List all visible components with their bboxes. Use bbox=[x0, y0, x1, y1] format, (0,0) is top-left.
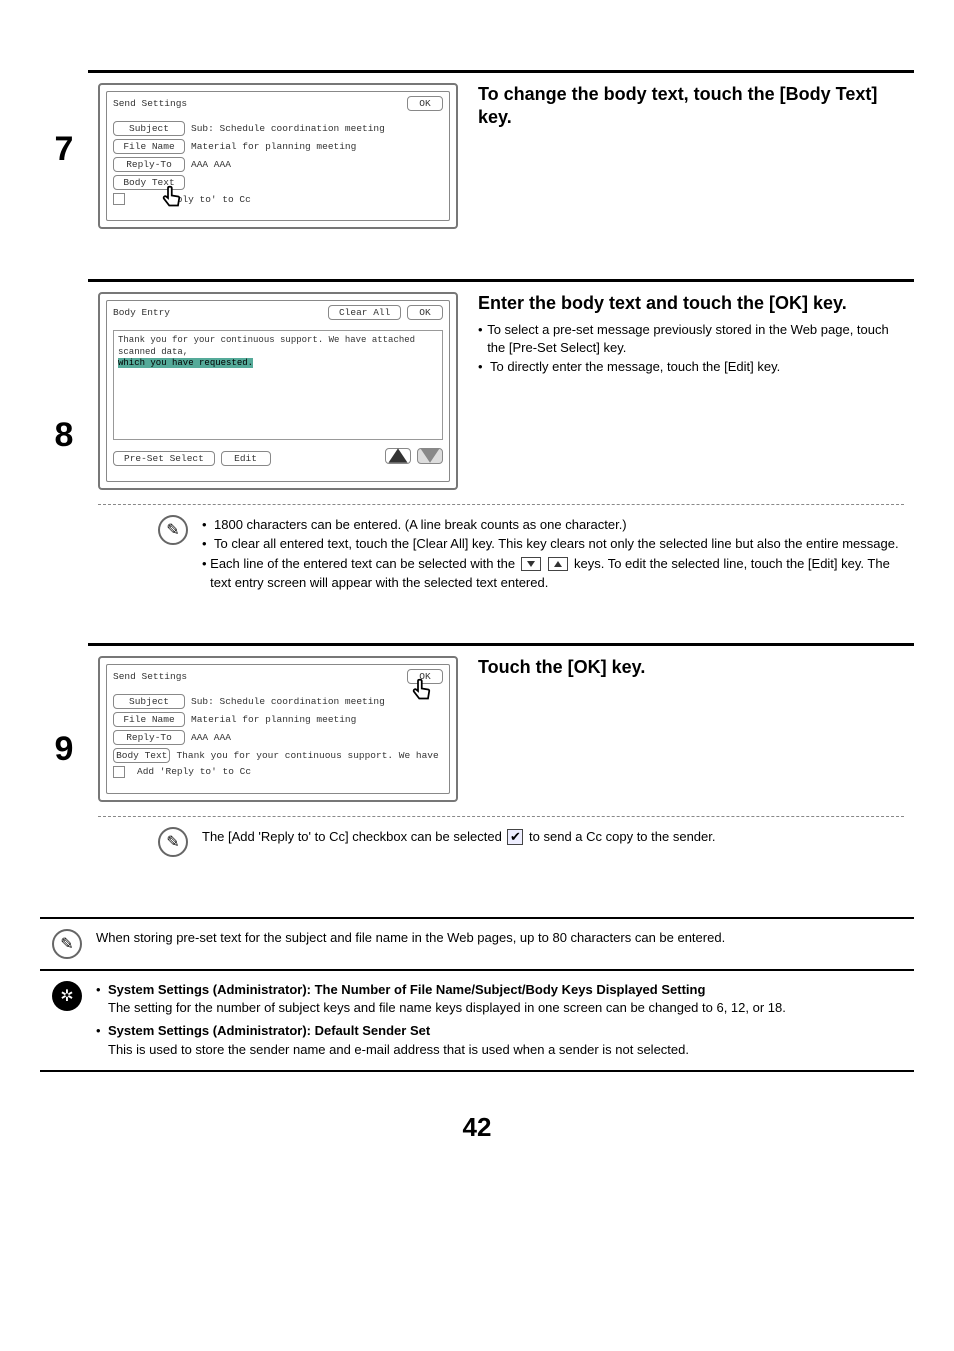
step-heading: Touch the [OK] key. bbox=[478, 656, 904, 679]
subject-button[interactable]: Subject bbox=[113, 694, 185, 709]
arrow-up-icon bbox=[548, 557, 568, 571]
note-icon: ✎ bbox=[158, 515, 188, 545]
filename-value: Material for planning meeting bbox=[191, 714, 356, 725]
panel-title: Send Settings bbox=[113, 98, 187, 109]
send-settings-panel: Send Settings OK Subject Sub: Schedule c… bbox=[98, 83, 458, 229]
ok-button[interactable]: OK bbox=[407, 96, 443, 111]
arrow-down-icon bbox=[521, 557, 541, 571]
subject-button[interactable]: Subject bbox=[113, 121, 185, 136]
page-number: 42 bbox=[0, 1112, 954, 1143]
settings-icon: ✲ bbox=[52, 981, 82, 1011]
divider bbox=[98, 816, 904, 817]
step8-note3: Each line of the entered text can be sel… bbox=[210, 554, 904, 593]
step-8: 8 Body Entry Clear All OK bbox=[40, 279, 914, 593]
pointing-hand-icon bbox=[158, 183, 188, 213]
replyto-value: AAA AAA bbox=[191, 159, 231, 170]
preset-select-button[interactable]: Pre-Set Select bbox=[113, 451, 215, 466]
step-7: 7 Send Settings OK Subject Sub: Schedule… bbox=[40, 70, 914, 229]
footer-notes: ✎ When storing pre-set text for the subj… bbox=[40, 917, 914, 1072]
body-line-1: Thank you for your continuous support. W… bbox=[118, 335, 438, 358]
step-heading: To change the body text, touch the [Body… bbox=[478, 83, 904, 128]
filename-button[interactable]: File Name bbox=[113, 139, 185, 154]
body-text-area[interactable]: Thank you for your continuous support. W… bbox=[113, 330, 443, 440]
note-icon: ✎ bbox=[158, 827, 188, 857]
step8-note1: 1800 characters can be entered. (A line … bbox=[214, 515, 627, 535]
filename-button[interactable]: File Name bbox=[113, 712, 185, 727]
bodytext-value: Thank you for your continuous support. W… bbox=[176, 750, 443, 761]
scroll-down-button[interactable] bbox=[417, 448, 443, 464]
cc-label: Add 'Reply to' to Cc bbox=[137, 766, 251, 777]
panel-title: Body Entry bbox=[113, 307, 170, 318]
footer-note-1: When storing pre-set text for the subjec… bbox=[96, 929, 902, 948]
divider bbox=[98, 504, 904, 505]
step-number: 7 bbox=[55, 130, 74, 169]
step-number: 8 bbox=[55, 416, 74, 455]
step8-note2: To clear all entered text, touch the [Cl… bbox=[214, 534, 899, 554]
body-line-2: which you have requested. bbox=[118, 358, 253, 368]
subject-value: Sub: Schedule coordination meeting bbox=[191, 696, 385, 707]
edit-button[interactable]: Edit bbox=[221, 451, 271, 466]
step8-sub1: To select a pre-set message previously s… bbox=[487, 321, 904, 359]
step-9: 9 Send Settings OK Subject Sub: Schedule… bbox=[40, 643, 914, 857]
replyto-button[interactable]: Reply-To bbox=[113, 157, 185, 172]
admin-note-2: System Settings (Administrator): Default… bbox=[108, 1022, 689, 1060]
cc-checkbox[interactable] bbox=[113, 193, 125, 205]
pointing-hand-icon bbox=[408, 676, 438, 706]
replyto-button[interactable]: Reply-To bbox=[113, 730, 185, 745]
note-icon: ✎ bbox=[52, 929, 82, 959]
step9-note: The [Add 'Reply to' to Cc] checkbox can … bbox=[202, 829, 715, 844]
admin-note-1: System Settings (Administrator): The Num… bbox=[108, 981, 786, 1019]
send-settings-panel: Send Settings OK Subject Sub: Schedule c… bbox=[98, 656, 458, 802]
scroll-up-button[interactable] bbox=[385, 448, 411, 464]
replyto-value: AAA AAA bbox=[191, 732, 231, 743]
checkmark-icon: ✔ bbox=[507, 829, 523, 845]
step8-sub2: To directly enter the message, touch the… bbox=[490, 358, 780, 377]
bodytext-button[interactable]: Body Text bbox=[113, 748, 170, 763]
step-number: 9 bbox=[55, 730, 74, 769]
subject-value: Sub: Schedule coordination meeting bbox=[191, 123, 385, 134]
ok-button[interactable]: OK bbox=[407, 305, 443, 320]
cc-checkbox[interactable] bbox=[113, 766, 125, 778]
step-heading: Enter the body text and touch the [OK] k… bbox=[478, 292, 904, 315]
filename-value: Material for planning meeting bbox=[191, 141, 356, 152]
clear-all-button[interactable]: Clear All bbox=[328, 305, 401, 320]
body-entry-panel: Body Entry Clear All OK Thank you for yo… bbox=[98, 292, 458, 490]
panel-title: Send Settings bbox=[113, 671, 187, 682]
